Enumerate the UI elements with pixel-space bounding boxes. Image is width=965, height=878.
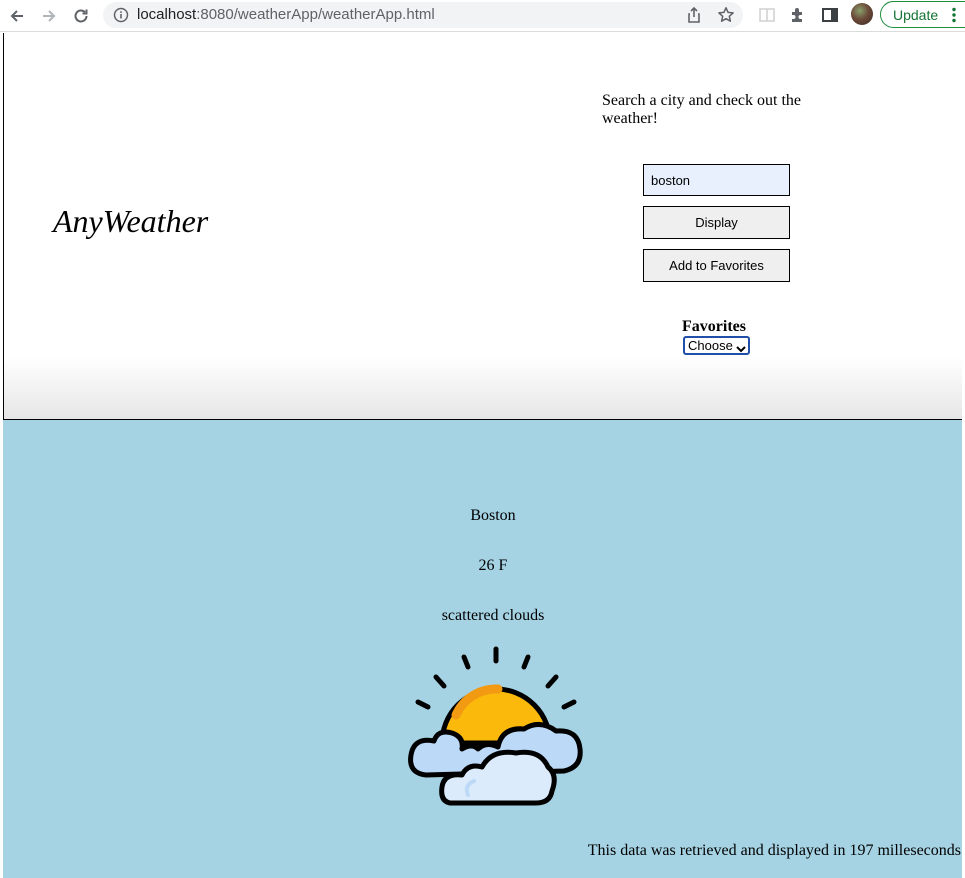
display-button[interactable]: Display bbox=[643, 206, 790, 239]
search-header: AnyWeather Search a city and check out t… bbox=[3, 33, 962, 420]
bookmark-star-icon[interactable] bbox=[717, 6, 735, 24]
sun-behind-clouds-icon bbox=[406, 645, 586, 813]
timing-note: This data was retrieved and displayed in… bbox=[587, 842, 961, 859]
info-icon[interactable] bbox=[113, 7, 129, 23]
weather-panel: Boston 26 F scattered clouds This data w… bbox=[3, 420, 962, 878]
favorites-heading: Favorites bbox=[682, 318, 746, 335]
kebab-menu-icon[interactable] bbox=[951, 6, 957, 29]
update-button[interactable]: Update bbox=[880, 1, 965, 28]
share-icon[interactable] bbox=[685, 6, 703, 24]
browser-toolbar: localhost:8080/weatherApp/weatherApp.htm… bbox=[0, 0, 965, 32]
address-bar[interactable]: localhost:8080/weatherApp/weatherApp.htm… bbox=[103, 2, 743, 28]
city-search-input[interactable] bbox=[643, 164, 790, 196]
reading-mode-icon[interactable] bbox=[757, 5, 777, 25]
city-name: Boston bbox=[470, 507, 516, 524]
forward-arrow-icon[interactable] bbox=[38, 5, 60, 27]
side-panel-icon[interactable] bbox=[820, 5, 840, 25]
profile-avatar[interactable] bbox=[851, 3, 873, 25]
temperature: 26 F bbox=[478, 557, 508, 574]
weather-description: scattered clouds bbox=[441, 607, 545, 624]
extensions-puzzle-icon[interactable] bbox=[788, 5, 808, 25]
chevron-down-icon bbox=[736, 341, 746, 356]
reload-icon[interactable] bbox=[70, 5, 92, 27]
back-arrow-icon[interactable] bbox=[6, 5, 28, 27]
search-prompt: Search a city and check out the weather! bbox=[602, 92, 802, 127]
favorites-selected-value: Choose bbox=[688, 338, 733, 353]
update-button-label: Update bbox=[893, 7, 939, 23]
url-text: localhost:8080/weatherApp/weatherApp.htm… bbox=[137, 6, 435, 23]
app-title: AnyWeather bbox=[53, 203, 209, 239]
add-to-favorites-button[interactable]: Add to Favorites bbox=[643, 249, 790, 282]
favorites-select[interactable]: Choose bbox=[683, 336, 750, 355]
